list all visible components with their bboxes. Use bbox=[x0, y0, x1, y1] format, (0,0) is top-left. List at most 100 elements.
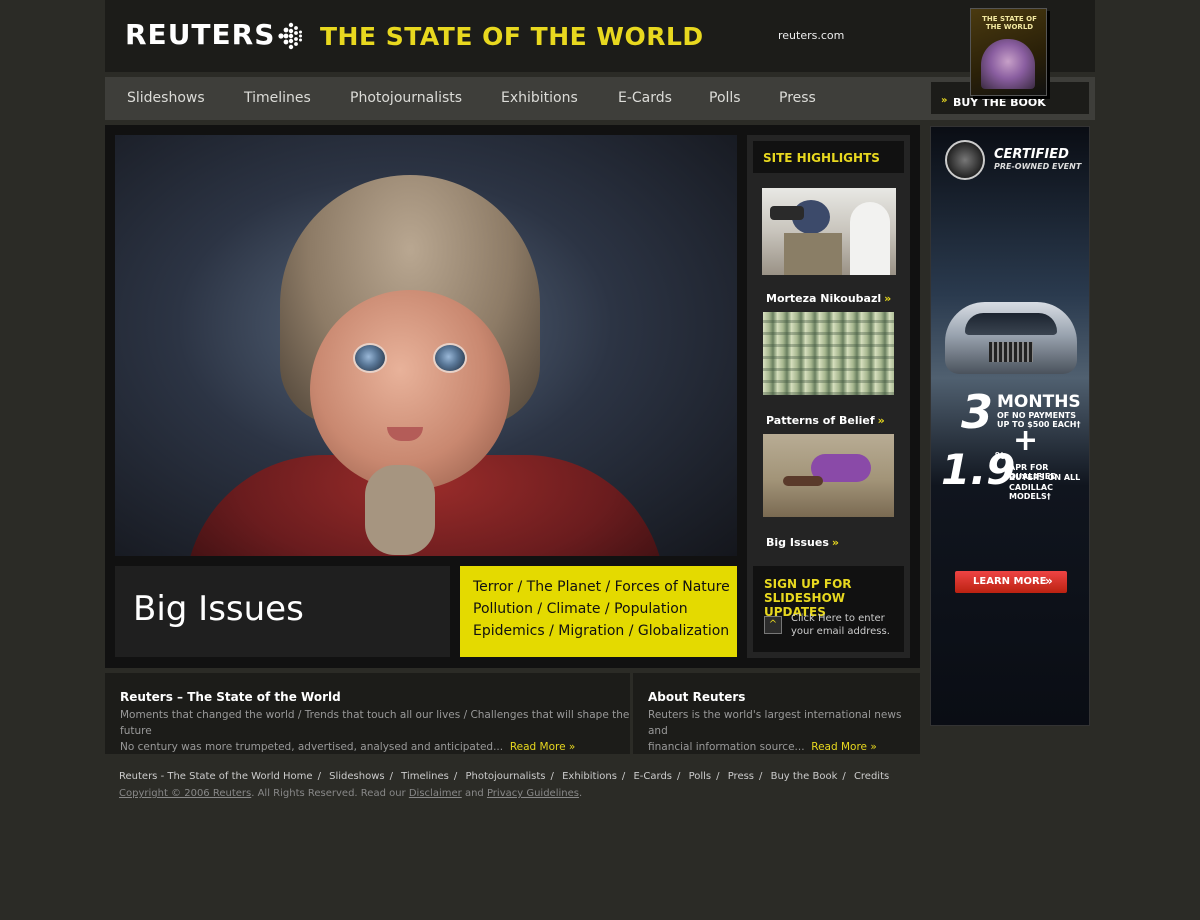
about-site-line-1: Moments that changed the world / Trends … bbox=[120, 709, 630, 737]
separator: / bbox=[842, 771, 846, 782]
cadillac-crest-icon bbox=[945, 140, 985, 180]
thumb-patterns-of-belief[interactable] bbox=[763, 312, 894, 395]
highlight-big-issues-label: Big Issues bbox=[766, 536, 829, 549]
read-more-link[interactable]: Read More » bbox=[510, 741, 576, 753]
separator: / bbox=[453, 771, 458, 782]
about-reuters-line-1: Reuters is the world's largest internati… bbox=[648, 709, 902, 737]
site-header: REUTERS THE STATE OF THE WORLD reuters.c… bbox=[105, 0, 1095, 72]
highlight-morteza-label: Morteza Nikoubazl bbox=[766, 292, 882, 305]
rights-text: . All Rights Reserved. Read our bbox=[251, 788, 406, 799]
reuters-logo[interactable]: REUTERS bbox=[125, 18, 275, 51]
big-issues-title: Big Issues bbox=[133, 589, 304, 629]
read-more-link[interactable]: Read More » bbox=[811, 741, 877, 753]
signup-box[interactable]: SIGN UP FOR SLIDESHOW UPDATES ^ Click He… bbox=[753, 566, 904, 652]
buy-the-book-label: BUY THE BOOK bbox=[953, 96, 1046, 109]
site-highlights-header: SITE HIGHLIGHTS bbox=[753, 141, 904, 173]
chevron-right-icon: » bbox=[831, 536, 839, 549]
chevron-right-icon: » bbox=[877, 414, 885, 427]
up-arrow-icon[interactable]: ^ bbox=[764, 616, 782, 634]
copyright-link[interactable]: Copyright © 2006 Reuters bbox=[119, 788, 251, 799]
footer-link-polls[interactable]: Polls bbox=[689, 771, 712, 782]
ad-brand-line-1: CERTIFIED bbox=[994, 147, 1069, 162]
separator: / bbox=[550, 771, 554, 782]
about-reuters-title: About Reuters bbox=[648, 690, 746, 704]
double-up-arrow-icon: » bbox=[941, 95, 948, 106]
hero-photo[interactable] bbox=[115, 135, 737, 556]
reuters-com-link[interactable]: reuters.com bbox=[778, 29, 844, 42]
nav-slideshows[interactable]: Slideshows bbox=[127, 90, 205, 106]
footer-link-home[interactable]: Reuters - The State of the World Home bbox=[119, 771, 313, 782]
ad-apr-line-2: BUYERS ON ALL bbox=[1009, 473, 1081, 482]
hero-child-face bbox=[310, 290, 510, 490]
read-more-label: Read More bbox=[509, 741, 566, 753]
reuters-dots-icon bbox=[278, 22, 302, 50]
and-text: and bbox=[464, 788, 484, 799]
thumb-vest bbox=[784, 233, 842, 275]
car-windshield bbox=[965, 313, 1057, 335]
about-reuters-panel: About Reuters Reuters is the world's lar… bbox=[633, 673, 920, 754]
chevron-down-icon: » bbox=[568, 741, 576, 753]
signup-text-line-1: Click Here to enter bbox=[791, 613, 885, 624]
thumb-big-issues[interactable] bbox=[763, 434, 894, 517]
read-more-label: Read More bbox=[811, 741, 868, 753]
book-cover-image[interactable]: THE STATE OF THE WORLD bbox=[970, 8, 1047, 96]
highlight-patterns-label: Patterns of Belief bbox=[766, 414, 875, 427]
cadillac-ad[interactable]: CERTIFIED PRE-OWNED EVENT 3 MONTHS OF NO… bbox=[930, 126, 1090, 726]
about-site-title: Reuters – The State of the World bbox=[120, 690, 341, 704]
thumb-morteza-nikoubazl[interactable] bbox=[762, 188, 896, 275]
nav-exhibitions[interactable]: Exhibitions bbox=[501, 90, 578, 106]
disclaimer-link[interactable]: Disclaimer bbox=[409, 788, 462, 799]
privacy-guidelines-link[interactable]: Privacy Guidelines bbox=[487, 788, 579, 799]
thumb-rows-overlay bbox=[763, 312, 894, 395]
footer-link-press[interactable]: Press bbox=[728, 771, 754, 782]
ad-offer-line-1: MONTHS bbox=[997, 392, 1081, 412]
signup-title-line-1: SIGN UP FOR bbox=[764, 577, 852, 591]
book-cover-photo bbox=[981, 39, 1035, 89]
topics-line-3[interactable]: Epidemics / Migration / Globalization bbox=[473, 623, 729, 639]
footer-link-photojournalists[interactable]: Photojournalists bbox=[465, 771, 545, 782]
nav-ecards[interactable]: E-Cards bbox=[618, 90, 672, 106]
ad-percent: % bbox=[995, 451, 1006, 462]
footer-link-slideshows[interactable]: Slideshows bbox=[329, 771, 384, 782]
separator: / bbox=[677, 771, 681, 782]
about-site-panel: Reuters – The State of the World Moments… bbox=[105, 673, 630, 754]
about-site-line-2-text: No century was more trumpeted, advertise… bbox=[120, 741, 504, 753]
footer-link-credits[interactable]: Credits bbox=[854, 771, 889, 782]
ad-learn-more-label: LEARN MORE bbox=[973, 576, 1047, 587]
chevron-down-icon: » bbox=[870, 741, 877, 753]
highlight-morteza-link[interactable]: Morteza Nikoubazl» bbox=[766, 292, 891, 305]
about-reuters-text: Reuters is the world's largest internati… bbox=[648, 707, 920, 755]
hero-hat-tie bbox=[365, 465, 435, 555]
nav-press[interactable]: Press bbox=[779, 90, 816, 106]
highlight-patterns-link[interactable]: Patterns of Belief» bbox=[766, 414, 885, 427]
highlight-big-issues-link[interactable]: Big Issues» bbox=[766, 536, 839, 549]
footer-link-ecards[interactable]: E-Cards bbox=[633, 771, 672, 782]
separator: / bbox=[759, 771, 763, 782]
thumb-veiled-woman bbox=[850, 202, 890, 275]
main-nav: Slideshows Timelines Photojournalists Ex… bbox=[105, 77, 1095, 120]
footer-link-exhibitions[interactable]: Exhibitions bbox=[562, 771, 617, 782]
separator: / bbox=[621, 771, 626, 782]
footer-link-buy-book[interactable]: Buy the Book bbox=[771, 771, 838, 782]
car-grille bbox=[989, 342, 1033, 362]
nav-polls[interactable]: Polls bbox=[709, 90, 741, 106]
about-reuters-line-2: financial information source... Read Mor… bbox=[648, 739, 920, 755]
signup-text[interactable]: Click Here to enter your email address. bbox=[791, 612, 890, 638]
nav-timelines[interactable]: Timelines bbox=[244, 90, 311, 106]
signup-text-line-2: your email address. bbox=[791, 626, 890, 637]
site-title: THE STATE OF THE WORLD bbox=[320, 22, 704, 51]
topics-line-2[interactable]: Pollution / Climate / Population bbox=[473, 601, 688, 617]
about-reuters-line-2-text: financial information source... bbox=[648, 741, 805, 753]
ad-learn-more-button[interactable]: LEARN MORE » bbox=[955, 571, 1067, 593]
footer-link-timelines[interactable]: Timelines bbox=[401, 771, 449, 782]
nav-photojournalists[interactable]: Photojournalists bbox=[350, 90, 462, 106]
thumb-arm bbox=[783, 476, 823, 486]
site-highlights-title: SITE HIGHLIGHTS bbox=[763, 151, 880, 165]
big-issues-panel[interactable]: Big Issues bbox=[115, 566, 450, 657]
chevron-right-icon: » bbox=[884, 292, 892, 305]
footer-links: Reuters - The State of the World Home / S… bbox=[119, 771, 889, 782]
ad-plus: + bbox=[1013, 423, 1039, 458]
hero-right-eye bbox=[433, 343, 467, 373]
topics-line-1[interactable]: Terror / The Planet / Forces of Nature bbox=[473, 579, 730, 595]
info-bar: Reuters – The State of the World Moments… bbox=[105, 673, 920, 754]
